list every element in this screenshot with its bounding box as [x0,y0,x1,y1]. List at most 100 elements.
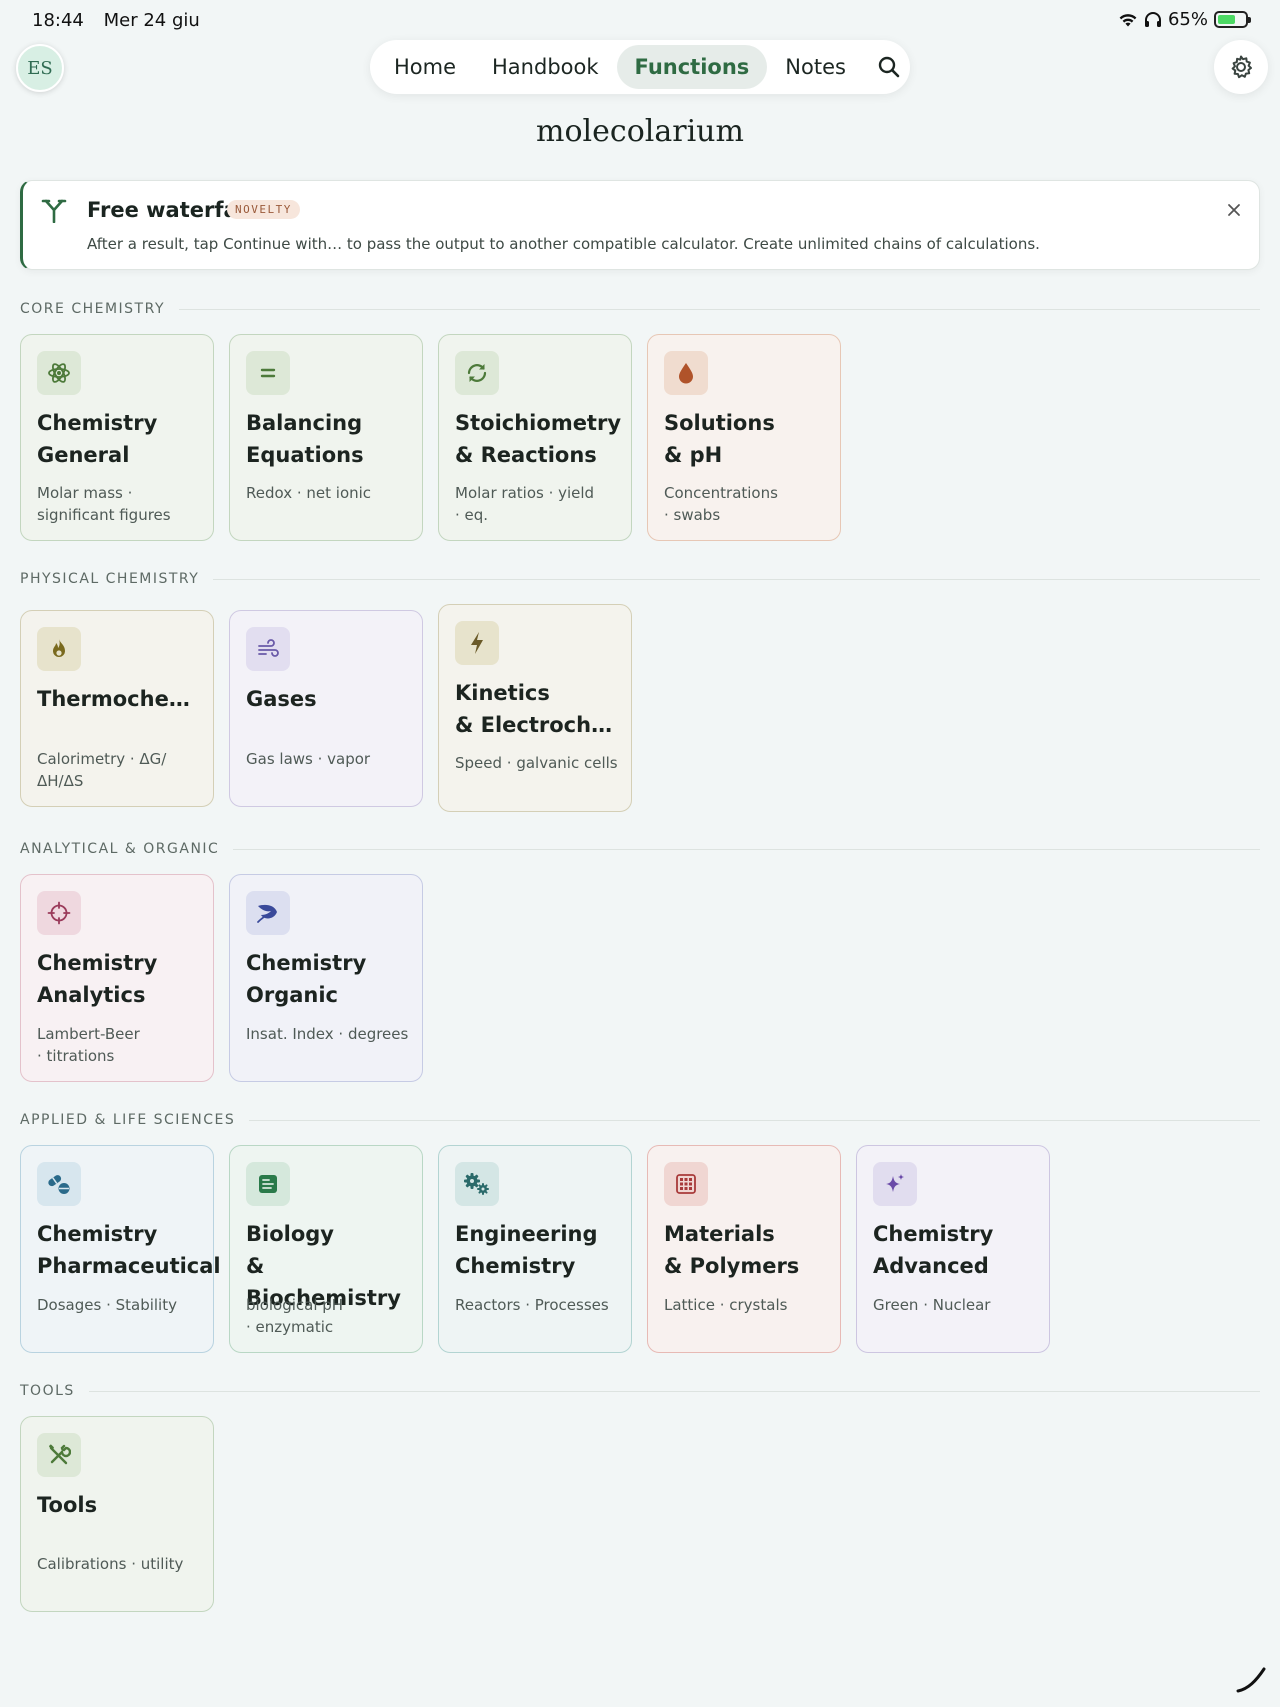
card-subtitle: Reactors · Processes [455,1296,609,1314]
card-chemistry-general[interactable]: Chemistry General Molar mass · significa… [20,334,214,541]
battery-percent: 65% [1167,9,1208,30]
card-engineering-chemistry[interactable]: Engineering Chemistry Reactors · Process… [438,1145,632,1353]
card-subtitle: Gas laws · vapor [246,750,371,768]
section-label: APPLIED & LIFE SCIENCES [20,1112,236,1128]
top-nav: Home Handbook Functions Notes [370,40,910,94]
drop-icon [664,351,708,395]
search-button[interactable] [874,47,904,87]
card-subtitle: Insat. Index · degrees [246,1025,409,1043]
card-title: Balancing Equations [246,411,364,467]
app-title: molecolarium [536,114,744,149]
card-subtitle: Calorimetry · ΔG/ ΔH/ΔS [37,750,167,790]
card-balancing-equations[interactable]: Balancing Equations Redox · net ionic [229,334,423,541]
flame-icon [37,627,81,671]
card-subtitle: Lattice · crystals [664,1296,788,1314]
card-title: Chemistry Pharmaceutical [37,1222,221,1278]
waterfall-banner: Free waterfall NOVELTY After a result, t… [20,180,1260,270]
novelty-badge: NOVELTY [227,200,300,219]
card-subtitle: Calibrations · utility [37,1555,184,1573]
bolt-icon [455,621,499,665]
card-solutions-ph[interactable]: Solutions & pH Concentrations · swabs [647,334,841,541]
search-icon [878,56,900,78]
gear-icon [1231,55,1252,79]
tab-functions[interactable]: Functions [616,45,768,89]
fork-icon [41,197,67,227]
battery-fill [1218,15,1235,24]
card-subtitle: Molar mass · significant figures [37,484,171,524]
card-title: Chemistry Advanced [873,1222,994,1278]
crosshair-icon [37,891,81,935]
card-tools[interactable]: Tools Calibrations · utility [20,1416,214,1612]
gears-icon [455,1162,499,1206]
atom-icon [37,351,81,395]
card-title: Solutions & pH [664,411,775,467]
headphones-icon [1144,11,1161,27]
card-subtitle: Green · Nuclear [873,1296,991,1314]
section-label: CORE CHEMISTRY [20,301,165,317]
section-physical-chemistry: PHYSICAL CHEMISTRY [20,571,1260,587]
section-applied-life-sciences: APPLIED & LIFE SCIENCES [20,1112,1260,1128]
card-chemistry-organic[interactable]: Chemistry Organic Insat. Index · degrees [229,874,423,1082]
notebook-icon [246,1162,290,1206]
status-indicators: 65% [1118,9,1251,30]
refresh-icon [455,351,499,395]
card-title: Chemistry General [37,411,158,467]
card-title: Materials & Polymers [664,1222,800,1278]
card-subtitle: Redox · net ionic [246,484,372,502]
card-gases[interactable]: Gases Gas laws · vapor [229,610,423,807]
card-title: Chemistry Organic [246,951,367,1007]
card-subtitle: Molar ratios · yield · eq. [455,484,595,524]
home-indicator [1234,1665,1268,1699]
tools-icon [37,1433,81,1477]
card-title: Engineering Chemistry [455,1222,598,1278]
card-thermochemistry[interactable]: Thermochemi… Calorimetry · ΔG/ ΔH/ΔS [20,610,214,807]
card-subtitle: biological pH · enzymatic [246,1296,344,1336]
card-chemistry-pharmaceutical[interactable]: Chemistry Pharmaceutical Dosages · Stabi… [20,1145,221,1353]
card-subtitle: Speed · galvanic cells [455,754,618,772]
battery-icon [1214,11,1251,28]
card-biology-biochemistry[interactable]: Biology & Biochemistry biological pH · e… [229,1145,423,1353]
card-stoichiometry-reactions[interactable]: Stoichiometry & Reactions Molar ratios ·… [438,334,632,541]
banner-text: After a result, tap Continue with… to pa… [87,235,1040,253]
card-chemistry-advanced[interactable]: Chemistry Advanced Green · Nuclear [856,1145,1050,1353]
card-title: Chemistry Analytics [37,951,158,1007]
section-tools: TOOLS [20,1383,1260,1399]
avatar-initials: ES [27,57,53,79]
equals-icon [246,351,290,395]
status-bar: 18:44 Mer 24 giu 65% [0,0,1280,40]
card-title: Thermochemi… [37,687,207,711]
card-subtitle: Dosages · Stability [37,1296,177,1314]
avatar[interactable]: ES [16,44,64,92]
card-kinetics-electrochemistry[interactable]: Kinetics & Electrochem… Speed · galvanic… [438,604,632,812]
section-core-chemistry: CORE CHEMISTRY [20,301,1260,317]
card-subtitle: Concentrations · swabs [664,484,778,524]
pills-icon [37,1162,81,1206]
card-title: Tools [37,1493,98,1517]
tab-notes[interactable]: Notes [767,45,864,89]
section-label: PHYSICAL CHEMISTRY [20,571,200,587]
card-chemistry-analytics[interactable]: Chemistry Analytics Lambert-Beer · titra… [20,874,214,1082]
settings-button[interactable] [1214,40,1268,94]
status-time-date: 18:44 Mer 24 giu [32,10,214,31]
tab-handbook[interactable]: Handbook [474,45,617,89]
leaf-icon [246,891,290,935]
section-analytical-organic: ANALYTICAL & ORGANIC [20,841,1260,857]
wind-icon [246,627,290,671]
status-date: Mer 24 giu [103,10,200,31]
card-title: Stoichiometry & Reactions [455,411,622,467]
card-title-line-1: Kinetics [455,681,550,705]
card-subtitle: Lambert-Beer · titrations [37,1025,140,1065]
card-title: Kinetics & Electrochem… [455,677,625,741]
section-label: TOOLS [20,1383,75,1399]
sparkle-icon [873,1162,917,1206]
card-materials-polymers[interactable]: Materials & Polymers Lattice · crystals [647,1145,841,1353]
section-label: ANALYTICAL & ORGANIC [20,841,220,857]
banner-close-button[interactable] [1223,199,1245,221]
close-icon [1228,204,1240,216]
grid-icon [664,1162,708,1206]
card-title: Gases [246,687,317,711]
status-time: 18:44 [32,10,84,31]
card-title-line-2: & Electrochem… [455,713,625,737]
tab-home[interactable]: Home [376,45,474,89]
wifi-icon [1119,13,1137,26]
